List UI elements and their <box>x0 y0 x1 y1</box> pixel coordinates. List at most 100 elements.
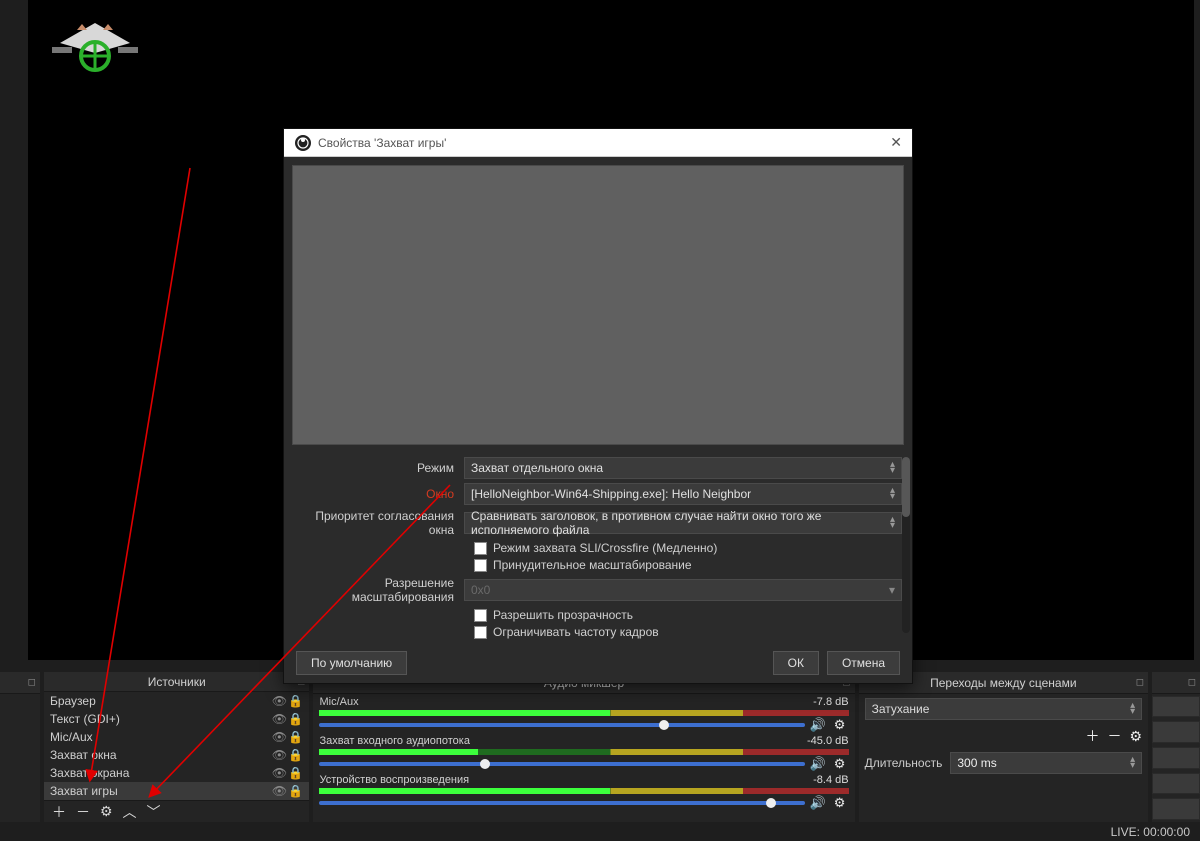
source-settings-button[interactable]: ⚙ <box>100 803 113 820</box>
limit-fps-checkbox-label: Ограничивать частоту кадров <box>493 625 659 639</box>
visibility-icon[interactable]: 👁 <box>271 730 287 744</box>
control-button-stub[interactable] <box>1152 773 1200 795</box>
sli-checkbox-label: Режим захвата SLI/Crossfire (Медленно) <box>493 541 717 555</box>
detach-icon[interactable]: ◻ <box>1188 677 1196 688</box>
control-button-stub[interactable] <box>1152 721 1200 743</box>
gear-icon[interactable]: ⚙ <box>831 795 849 811</box>
transition-selected: Затухание <box>872 702 930 716</box>
channel-label: Устройство воспроизведения <box>319 774 813 786</box>
checkbox[interactable] <box>474 542 487 555</box>
duration-label: Длительность <box>865 756 943 770</box>
mode-select[interactable]: Захват отдельного окна ▴▾ <box>464 457 902 479</box>
control-button-stub[interactable] <box>1152 798 1200 820</box>
source-label: Захват экрана <box>50 766 272 780</box>
control-button-stub[interactable] <box>1152 747 1200 769</box>
scale-resolution-select[interactable]: 0x0 ▾ <box>464 579 902 601</box>
control-button-stub[interactable] <box>1152 696 1200 718</box>
force-scale-checkbox-label: Принудительное масштабирование <box>493 558 692 572</box>
remove-source-button[interactable]: － <box>76 802 90 822</box>
channel-label: Захват входного аудиопотока <box>319 735 807 747</box>
dialog-title: Свойства 'Захват игры' <box>318 136 878 150</box>
channel-db: -45.0 dB <box>807 735 849 747</box>
cancel-button[interactable]: Отмена <box>827 651 900 675</box>
channel-db: -8.4 dB <box>813 774 848 786</box>
spinner-icon: ▴▾ <box>890 517 895 529</box>
limit-fps-checkbox-row[interactable]: Ограничивать частоту кадров <box>474 625 902 639</box>
detach-icon[interactable]: ◻ <box>1136 677 1144 688</box>
defaults-button[interactable]: По умолчанию <box>296 651 407 675</box>
transition-settings-button[interactable]: ⚙ <box>1130 728 1143 745</box>
move-down-button[interactable]: ﹀ <box>147 802 161 822</box>
window-priority-select[interactable]: Сравнивать заголовок, в противном случае… <box>464 512 902 534</box>
volume-slider[interactable] <box>319 801 804 805</box>
source-item[interactable]: Захват игры 👁 🔒 <box>44 782 310 800</box>
lock-icon[interactable]: 🔒 <box>287 730 303 744</box>
source-item[interactable]: Текст (GDI+) 👁 🔒 <box>44 710 310 728</box>
source-logo <box>50 18 140 78</box>
sources-list: Браузер 👁 🔒 Текст (GDI+) 👁 🔒 Mic/Aux 👁 🔒… <box>44 692 310 800</box>
speaker-icon[interactable]: 🔊 <box>809 756 827 772</box>
lock-icon[interactable]: 🔒 <box>287 694 303 708</box>
move-up-button[interactable]: ︿ <box>123 802 137 822</box>
gear-icon[interactable]: ⚙ <box>831 756 849 772</box>
spinner-icon: ▴▾ <box>890 488 895 500</box>
close-icon[interactable]: ✕ <box>878 134 902 151</box>
source-label: Захват игры <box>50 784 272 798</box>
remove-transition-button[interactable]: － <box>1108 726 1122 746</box>
lock-icon[interactable]: 🔒 <box>287 766 303 780</box>
window-priority-value: Сравнивать заголовок, в противном случае… <box>471 509 890 537</box>
visibility-icon[interactable]: 👁 <box>271 694 287 708</box>
source-item[interactable]: Браузер 👁 🔒 <box>44 692 310 710</box>
speaker-icon[interactable]: 🔊 <box>809 795 827 811</box>
source-item[interactable]: Mic/Aux 👁 🔒 <box>44 728 310 746</box>
sources-title: Источники <box>148 675 206 689</box>
lock-icon[interactable]: 🔒 <box>287 784 303 798</box>
visibility-icon[interactable]: 👁 <box>271 748 287 762</box>
dialog-titlebar[interactable]: Свойства 'Захват игры' ✕ <box>284 129 912 157</box>
volume-slider[interactable] <box>319 762 804 766</box>
source-label: Текст (GDI+) <box>50 712 272 726</box>
scrollbar[interactable] <box>902 457 910 633</box>
window-label: Окно <box>294 487 464 501</box>
gear-icon[interactable]: ⚙ <box>831 717 849 733</box>
lock-icon[interactable]: 🔒 <box>287 748 303 762</box>
window-priority-label: Приоритет согласования окна <box>294 509 464 537</box>
source-item[interactable]: Захват окна 👁 🔒 <box>44 746 310 764</box>
channel-db: -7.8 dB <box>813 696 848 708</box>
lock-icon[interactable]: 🔒 <box>287 712 303 726</box>
add-transition-button[interactable]: ＋ <box>1086 726 1100 746</box>
ok-button[interactable]: ОК <box>773 651 819 675</box>
add-source-button[interactable]: ＋ <box>52 802 66 822</box>
transition-select[interactable]: Затухание ▴▾ <box>865 698 1143 720</box>
level-meter <box>319 710 848 716</box>
checkbox[interactable] <box>474 626 487 639</box>
controls-panel-collapsed: ◻ <box>1152 672 1200 822</box>
visibility-icon[interactable]: 👁 <box>271 712 287 726</box>
checkbox[interactable] <box>474 559 487 572</box>
transparency-checkbox-row[interactable]: Разрешить прозрачность <box>474 608 902 622</box>
source-item[interactable]: Захват экрана 👁 🔒 <box>44 764 310 782</box>
mixer-channel: Захват входного аудиопотока -45.0 dB 🔊 ⚙ <box>319 735 848 772</box>
spinner-icon: ▴▾ <box>1130 703 1135 715</box>
force-scale-checkbox-row[interactable]: Принудительное масштабирование <box>474 558 902 572</box>
duration-input[interactable]: 300 ms ▴▾ <box>950 752 1142 774</box>
transparency-checkbox-label: Разрешить прозрачность <box>493 608 633 622</box>
window-value: [HelloNeighbor-Win64-Shipping.exe]: Hell… <box>471 487 751 501</box>
detach-icon[interactable]: ◻ <box>28 677 36 688</box>
chevron-down-icon: ▾ <box>889 583 895 597</box>
properties-dialog: Свойства 'Захват игры' ✕ Режим Захват от… <box>283 128 913 684</box>
visibility-icon[interactable]: 👁 <box>271 784 287 798</box>
sources-panel: Источники ◻ Браузер 👁 🔒 Текст (GDI+) 👁 🔒… <box>44 672 310 822</box>
spinner-icon: ▴▾ <box>890 462 895 474</box>
visibility-icon[interactable]: 👁 <box>271 766 287 780</box>
mode-value: Захват отдельного окна <box>471 461 603 475</box>
dialog-preview <box>292 165 904 445</box>
checkbox[interactable] <box>474 609 487 622</box>
scale-resolution-label: Разрешение масштабирования <box>294 576 464 604</box>
source-label: Браузер <box>50 694 272 708</box>
mixer-channel: Устройство воспроизведения -8.4 dB 🔊 ⚙ <box>319 774 848 811</box>
sli-checkbox-row[interactable]: Режим захвата SLI/Crossfire (Медленно) <box>474 541 902 555</box>
volume-slider[interactable] <box>319 723 804 727</box>
speaker-icon[interactable]: 🔊 <box>809 717 827 733</box>
window-select[interactable]: [HelloNeighbor-Win64-Shipping.exe]: Hell… <box>464 483 902 505</box>
